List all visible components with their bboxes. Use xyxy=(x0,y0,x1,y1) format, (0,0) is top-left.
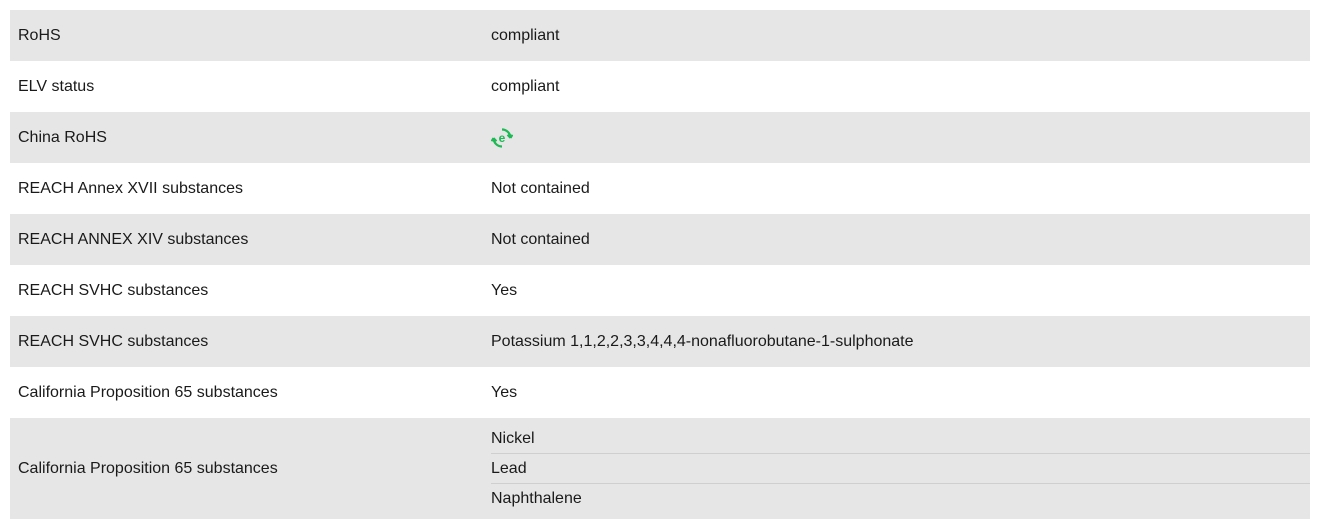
table-row: RoHS compliant xyxy=(10,10,1310,61)
row-label: ELV status xyxy=(18,77,95,95)
table-row: REACH Annex XVII substances Not containe… xyxy=(10,163,1310,214)
row-value: Not contained xyxy=(491,230,590,248)
table-row: California Proposition 65 substances Nic… xyxy=(10,418,1310,519)
china-rohs-green-e-icon: e xyxy=(490,127,514,149)
table-row: REACH ANNEX XIV substances Not contained xyxy=(10,214,1310,265)
table-row: REACH SVHC substances Potassium 1,1,2,2,… xyxy=(10,316,1310,367)
row-value-list: Nickel Lead Naphthalene xyxy=(491,424,1310,513)
row-label: California Proposition 65 substances xyxy=(18,383,278,401)
row-label: REACH Annex XVII substances xyxy=(18,179,243,197)
row-value: Not contained xyxy=(491,179,590,197)
row-label: REACH SVHC substances xyxy=(18,332,209,350)
table-row: California Proposition 65 substances Yes xyxy=(10,367,1310,418)
table-row: China RoHS e xyxy=(10,112,1310,163)
row-value: Yes xyxy=(491,281,518,299)
compliance-table: RoHS compliant ELV status compliant Chin… xyxy=(10,10,1310,519)
list-item: Nickel xyxy=(491,424,1310,454)
row-value: Yes xyxy=(491,383,518,401)
table-row: ELV status compliant xyxy=(10,61,1310,112)
table-row: REACH SVHC substances Yes xyxy=(10,265,1310,316)
row-value: compliant xyxy=(491,26,560,44)
row-label: California Proposition 65 substances xyxy=(18,459,278,477)
row-label: China RoHS xyxy=(18,128,107,146)
row-label: REACH ANNEX XIV substances xyxy=(18,230,249,248)
list-item: Naphthalene xyxy=(491,490,582,507)
row-label: REACH SVHC substances xyxy=(18,281,209,299)
row-value: Potassium 1,1,2,2,3,3,4,4,4-nonafluorobu… xyxy=(491,332,914,350)
row-value: compliant xyxy=(491,77,560,95)
list-item: Lead xyxy=(491,454,1310,484)
row-label: RoHS xyxy=(18,26,61,44)
row-value: e xyxy=(490,127,1310,149)
svg-text:e: e xyxy=(499,131,506,145)
